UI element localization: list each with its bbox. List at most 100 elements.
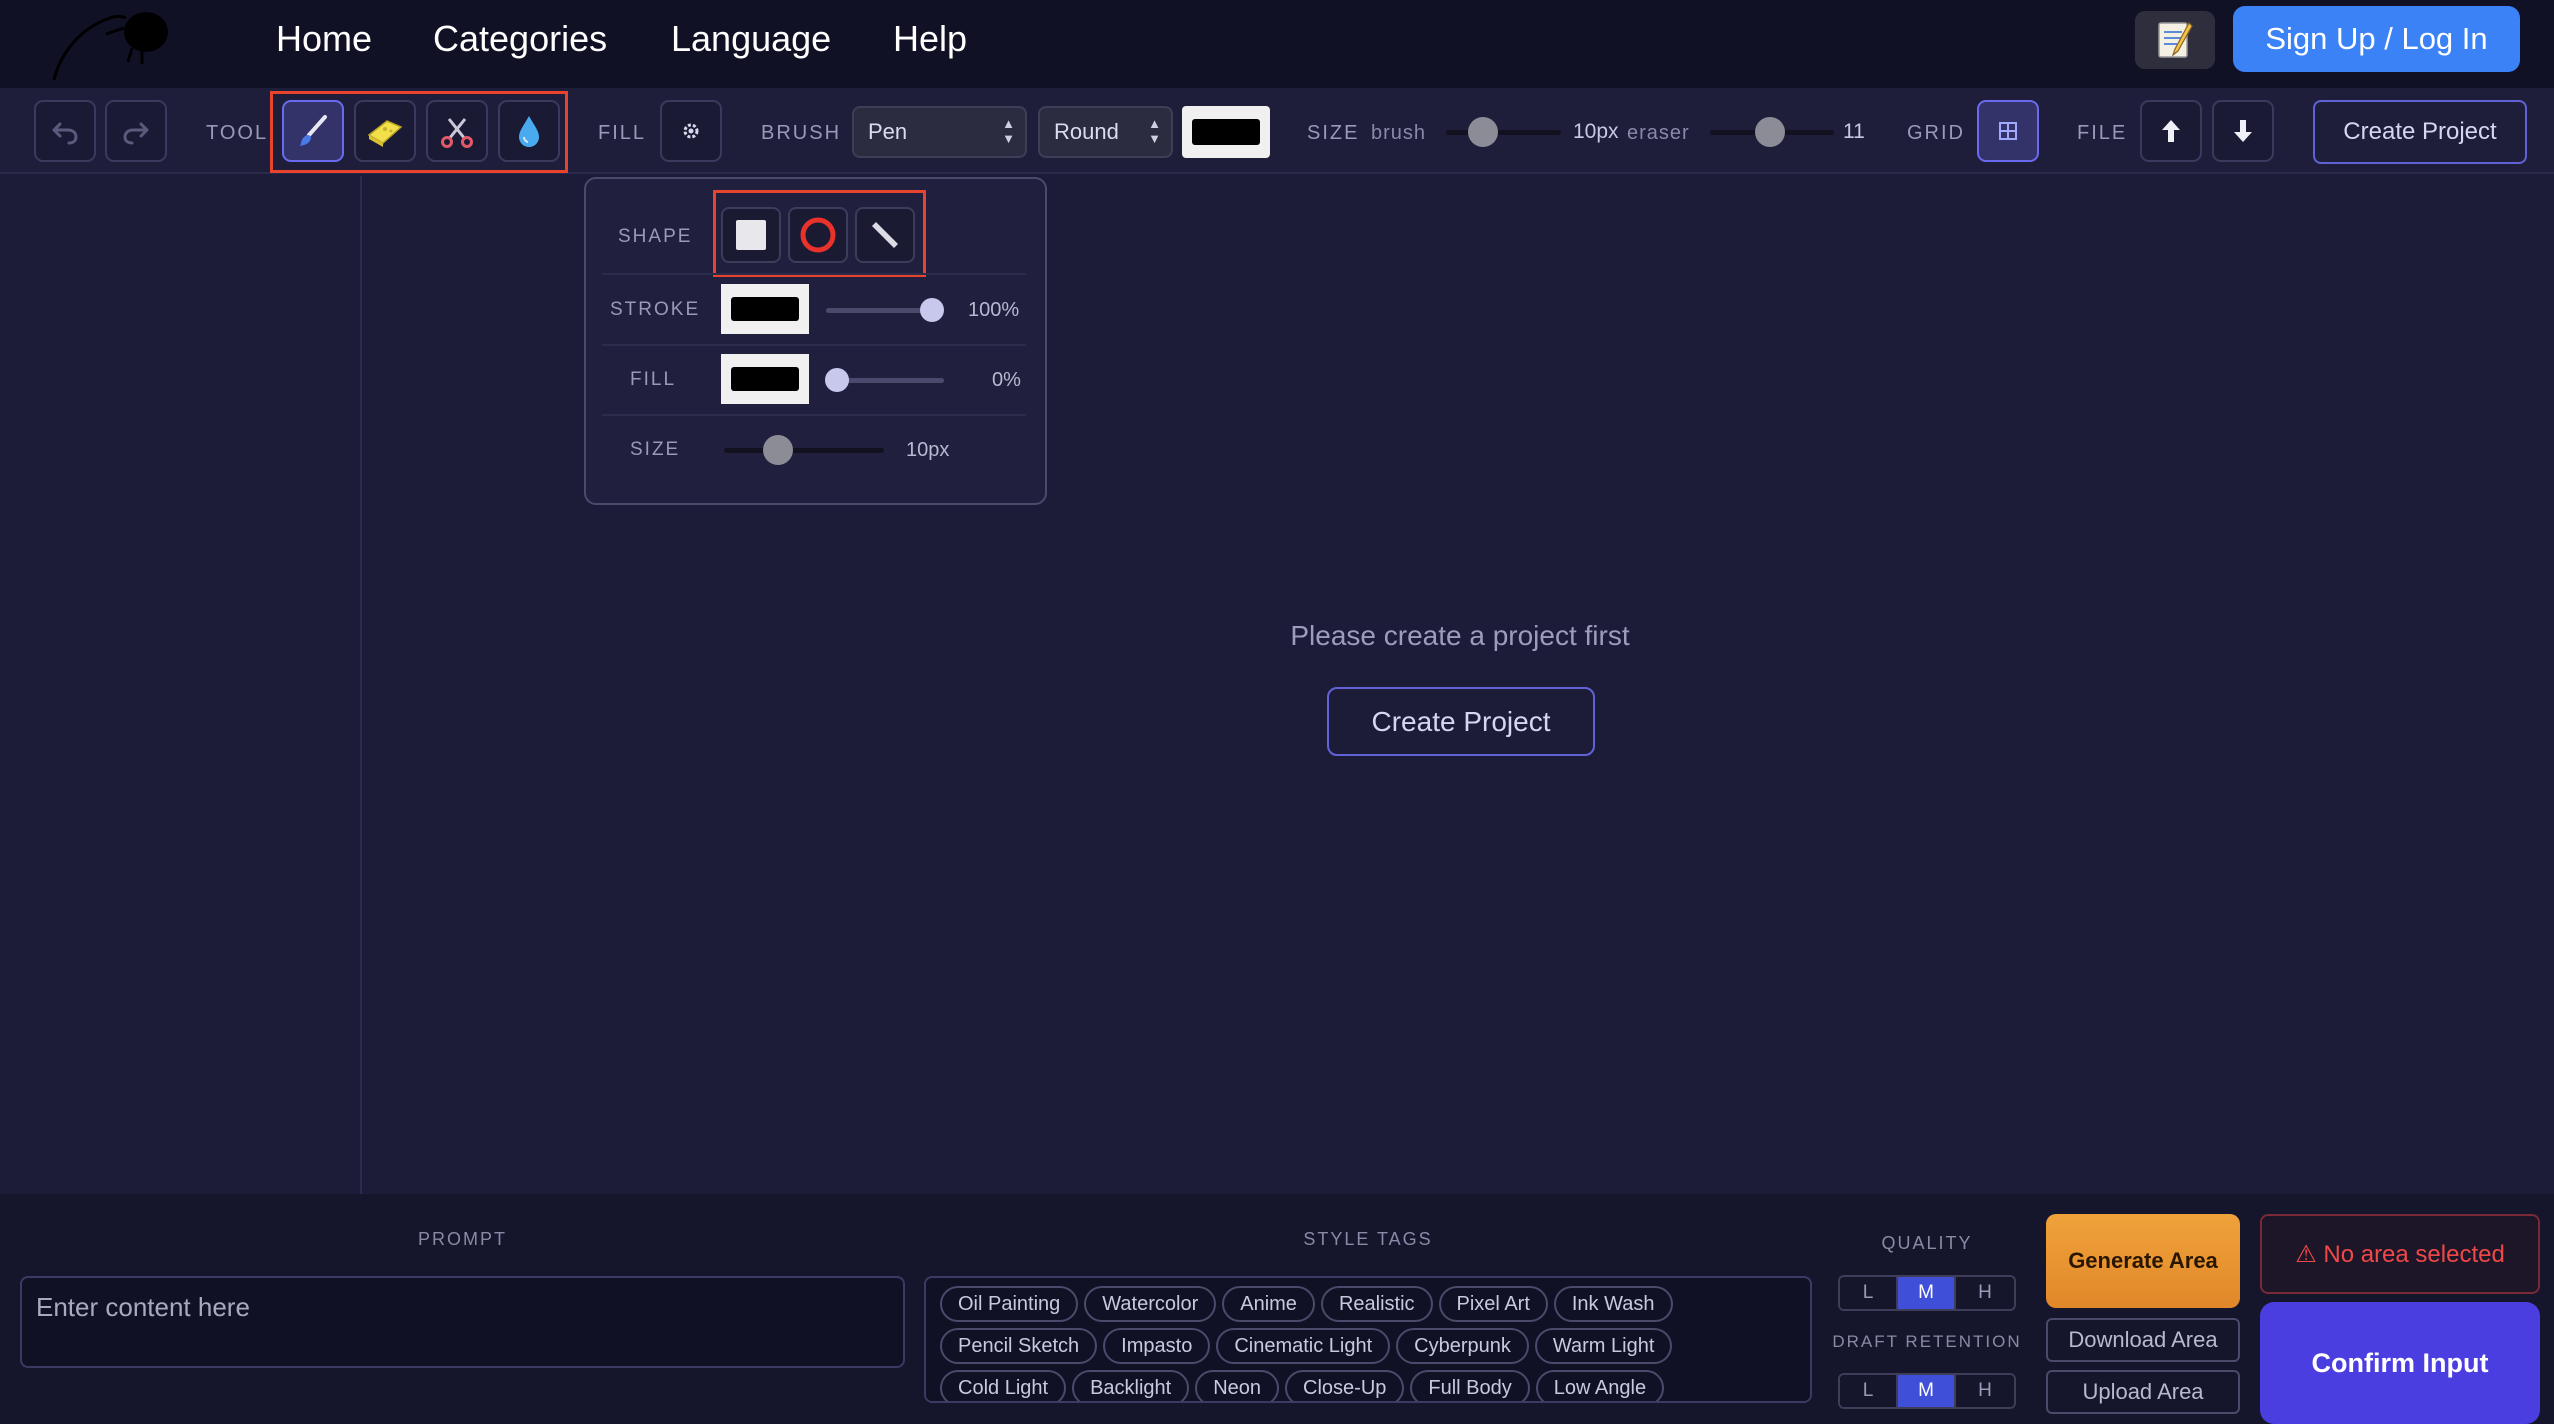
generate-area-button[interactable]: Generate Area — [2046, 1214, 2240, 1308]
notes-button[interactable] — [2135, 11, 2215, 69]
brush-type-value: Pen — [868, 119, 908, 144]
shape-size-knob[interactable] — [763, 435, 793, 465]
stroke-opacity-value: 100% — [968, 299, 1020, 321]
tool-label: TOOL — [206, 122, 269, 144]
eraser-tool-button[interactable] — [354, 100, 416, 162]
prompt-label: PROMPT — [417, 1229, 507, 1249]
style-tag[interactable]: Anime — [1222, 1286, 1315, 1322]
popup-divider — [602, 344, 1026, 346]
no-area-warning: ⚠ No area selected — [2260, 1214, 2540, 1294]
style-tag[interactable]: Backlight — [1072, 1370, 1190, 1401]
brush-type-select[interactable]: Pen ▲ ▼ — [852, 106, 1027, 158]
style-tag[interactable]: Watercolor — [1084, 1286, 1217, 1322]
diagonal-line-icon — [872, 222, 898, 248]
sign-up-login-button[interactable]: Sign Up / Log In — [2233, 6, 2520, 72]
redo-button[interactable] — [105, 100, 167, 162]
gear-icon — [683, 123, 699, 139]
quality-selector: L M H — [1838, 1275, 2016, 1311]
shape-size-label: SIZE — [630, 439, 681, 460]
nav-home-link[interactable]: Home — [276, 18, 372, 60]
kiwi-bird-logo[interactable] — [50, 4, 176, 84]
draft-low-option[interactable]: L — [1840, 1375, 1898, 1407]
style-tags-list: Oil Painting Watercolor Anime Realistic Pixe… — [940, 1286, 1720, 1401]
scissors-tool-button[interactable] — [426, 100, 488, 162]
eraser-size-slider-knob[interactable] — [1755, 117, 1785, 147]
grid-label: GRID — [1907, 122, 1965, 144]
style-tag[interactable]: Neon — [1195, 1370, 1280, 1401]
style-tag[interactable]: Oil Painting — [940, 1286, 1079, 1322]
grid-toggle-button[interactable] — [1977, 100, 2039, 162]
toolbar-create-project-button[interactable]: Create Project — [2313, 100, 2527, 164]
style-tag[interactable]: Close-Up — [1285, 1370, 1405, 1401]
download-area-button[interactable]: Download Area — [2046, 1318, 2240, 1362]
scissors-icon — [441, 118, 473, 148]
fill-opacity-value: 0% — [992, 369, 1021, 391]
eraser-size-value: 11 — [1843, 120, 1865, 143]
brush-label: BRUSH — [761, 122, 842, 144]
brush-cap-value: Round — [1054, 119, 1119, 144]
prompt-input[interactable] — [22, 1278, 903, 1366]
stroke-opacity-knob[interactable] — [920, 298, 944, 322]
style-tag[interactable]: Impasto — [1103, 1328, 1211, 1364]
redo-icon — [123, 122, 149, 145]
style-tag[interactable]: Low Angle — [1535, 1370, 1665, 1401]
prompt-box — [20, 1276, 905, 1368]
file-download-button[interactable] — [2212, 100, 2274, 162]
style-tag[interactable]: Pencil Sketch — [940, 1328, 1098, 1364]
brush-cap-select[interactable]: Round ▲ ▼ — [1038, 106, 1173, 158]
eraser-size-caption: eraser — [1627, 122, 1690, 144]
brush-tool-button[interactable] — [282, 100, 344, 162]
style-tag[interactable]: Full Body — [1410, 1370, 1530, 1401]
fill-color-swatch[interactable] — [721, 354, 809, 404]
nav-language-link[interactable]: Language — [671, 18, 831, 60]
style-tag[interactable]: Cyberpunk — [1396, 1328, 1529, 1364]
circle-shape-button[interactable] — [788, 207, 848, 263]
size-label: SIZE — [1307, 122, 1360, 144]
quality-medium-option[interactable]: M — [1898, 1277, 1956, 1309]
file-upload-button[interactable] — [2140, 100, 2202, 162]
line-shape-button[interactable] — [855, 207, 915, 263]
undo-button[interactable] — [34, 100, 96, 162]
draft-high-option[interactable]: H — [1956, 1375, 2014, 1407]
fill-settings-button[interactable] — [660, 100, 722, 162]
rectangle-shape-button[interactable] — [721, 207, 781, 263]
create-project-button[interactable]: Create Project — [1327, 687, 1595, 756]
quality-high-option[interactable]: H — [1956, 1277, 2014, 1309]
fill-opacity-label: FILL — [630, 369, 677, 390]
droplet-icon — [519, 116, 539, 147]
style-tag[interactable]: Pixel Art — [1438, 1286, 1548, 1322]
nav-categories-link[interactable]: Categories — [433, 18, 607, 60]
style-tag[interactable]: Realistic — [1320, 1286, 1433, 1322]
brush-color-swatch[interactable] — [1182, 106, 1270, 158]
empty-state-message: Please create a project first — [1290, 620, 1630, 651]
upload-area-button[interactable]: Upload Area — [2046, 1370, 2240, 1414]
quality-low-option[interactable]: L — [1840, 1277, 1898, 1309]
brush-size-caption: brush — [1371, 122, 1427, 144]
confirm-input-button[interactable]: Confirm Input — [2260, 1302, 2540, 1424]
style-tag[interactable]: Warm Light — [1534, 1328, 1673, 1364]
fill-color-fill — [731, 367, 799, 391]
fill-opacity-knob[interactable] — [825, 368, 849, 392]
square-icon — [736, 220, 766, 250]
circle-icon — [800, 217, 836, 253]
draft-retention-selector: L M H — [1838, 1373, 2016, 1409]
stroke-label: STROKE — [610, 299, 701, 320]
stroke-color-swatch[interactable] — [721, 284, 809, 334]
brush-size-slider-track[interactable] — [1446, 130, 1561, 135]
popup-divider — [602, 273, 1026, 275]
style-tag[interactable]: Cinematic Light — [1216, 1328, 1391, 1364]
popup-divider — [602, 414, 1026, 416]
brush-size-slider-knob[interactable] — [1468, 117, 1498, 147]
droplet-tool-button[interactable] — [498, 100, 560, 162]
style-tag[interactable]: Cold Light — [940, 1370, 1067, 1401]
nav-help-link[interactable]: Help — [893, 18, 967, 60]
memo-icon — [2158, 22, 2193, 58]
draft-medium-option[interactable]: M — [1898, 1375, 1956, 1407]
arrow-down-icon — [2234, 120, 2252, 142]
draft-retention-label: DRAFT RETENTION — [1832, 1332, 2022, 1351]
style-tags-container[interactable]: Oil Painting Watercolor Anime Realistic Pixe… — [924, 1276, 1812, 1403]
shape-size-track[interactable] — [724, 448, 884, 453]
style-tag[interactable]: Ink Wash — [1553, 1286, 1673, 1322]
style-tags-label: STYLE TAGS — [1303, 1229, 1433, 1249]
fill-label: FILL — [598, 122, 647, 144]
